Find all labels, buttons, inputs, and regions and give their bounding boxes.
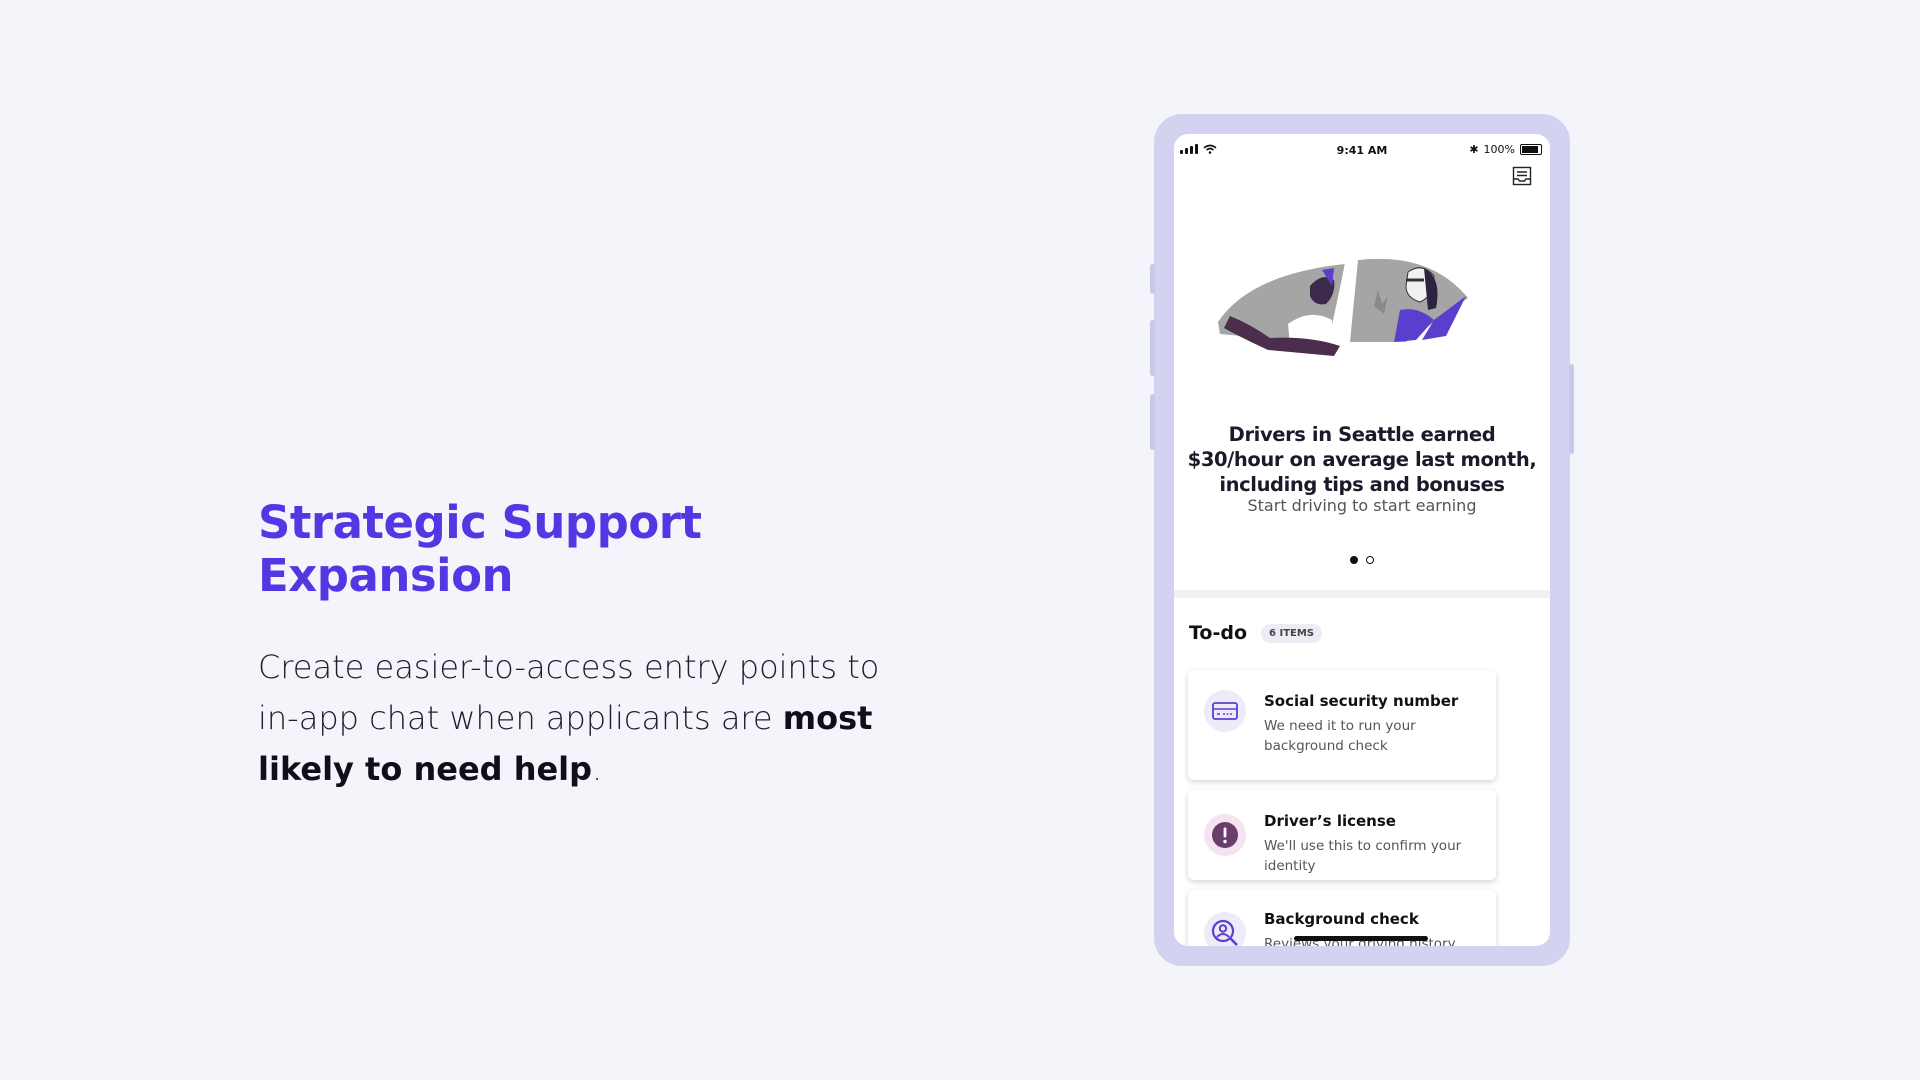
battery-percent: 100%	[1483, 143, 1515, 156]
carousel-dot-2[interactable]	[1366, 556, 1374, 564]
promo-subtitle: Start driving to start earning	[1247, 496, 1477, 515]
bluetooth-icon: ✱	[1469, 143, 1479, 156]
volume-up-button	[1150, 320, 1155, 376]
todo-item-title: Driver’s license	[1264, 812, 1396, 830]
section-divider	[1174, 590, 1550, 598]
todo-item-desc: We need it to run your background check	[1264, 718, 1416, 754]
todo-item-drivers-license[interactable]: Driver’s license We'll use this to confi…	[1188, 790, 1496, 880]
todo-title: To-do	[1189, 622, 1248, 644]
home-indicator[interactable]	[1294, 936, 1428, 941]
status-bar: 9:41 AM ✱ 100%	[1174, 134, 1550, 160]
todo-header: To-do 6 ITEMS	[1189, 622, 1322, 644]
todo-item-title: Social security number	[1264, 692, 1459, 710]
todo-count-badge: 6 ITEMS	[1261, 623, 1322, 643]
status-right: ✱ 100%	[1469, 143, 1542, 156]
slide-headline: Strategic Support Expansion	[258, 496, 702, 602]
power-button	[1569, 364, 1574, 454]
search-person-icon	[1204, 912, 1246, 946]
mute-switch	[1150, 264, 1155, 294]
body-text-part2: .	[592, 750, 603, 788]
carousel-dots[interactable]	[1174, 556, 1550, 564]
todo-item-ssn[interactable]: Social security number We need it to run…	[1188, 670, 1496, 780]
todo-item-title: Background check	[1264, 910, 1419, 928]
volume-down-button	[1150, 394, 1155, 450]
id-card-icon	[1204, 690, 1246, 732]
promo-title: Drivers in Seattle earned $30/hour on av…	[1187, 423, 1537, 496]
todo-item-desc: We'll use this to confirm your identity	[1264, 838, 1462, 874]
alert-icon	[1204, 814, 1246, 856]
phone-screen: 9:41 AM ✱ 100% Drivers in Seattle earned…	[1174, 134, 1550, 946]
carousel-dot-1[interactable]	[1350, 556, 1358, 564]
slide-body: Create easier-to-access entry points to …	[258, 642, 898, 795]
slide-text: Strategic Support Expansion Create easie…	[258, 496, 898, 795]
drivers-car-illustration	[1218, 258, 1468, 356]
inbox-icon[interactable]	[1512, 166, 1532, 186]
battery-icon	[1520, 144, 1542, 155]
phone-frame: 9:41 AM ✱ 100% Drivers in Seattle earned…	[1150, 114, 1574, 966]
